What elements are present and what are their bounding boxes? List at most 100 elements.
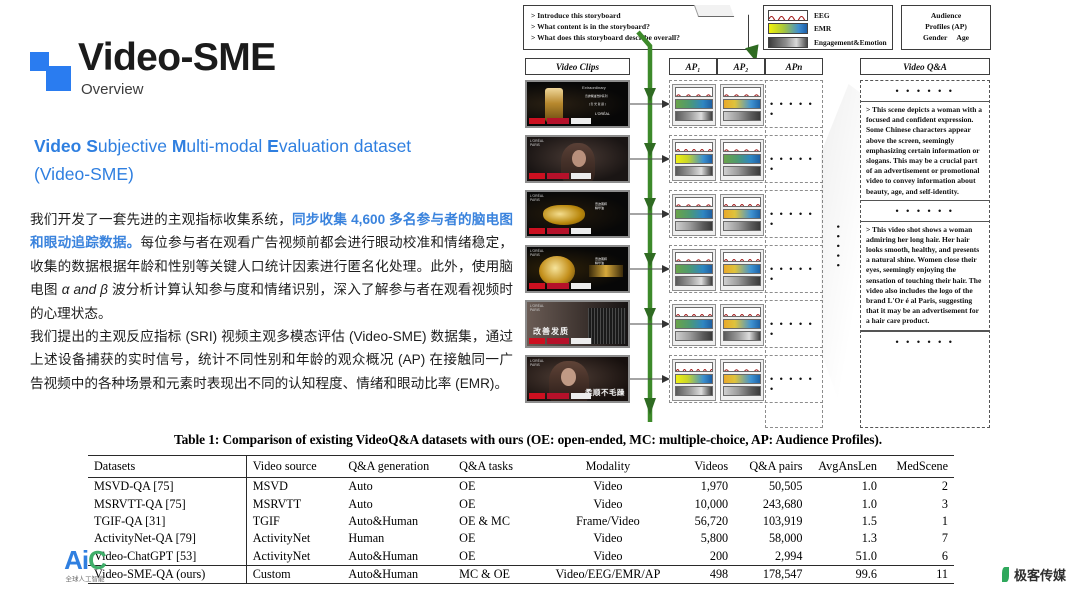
banner-seg-2 [547,173,569,179]
td-medscene: 3 [941,496,948,511]
left-content-column: Video-SME Overview Video Subjective Mult… [0,0,515,430]
headline-part: valuation dataset [278,136,412,156]
ap-box-age: Age [956,33,970,42]
clip-brand-logo: L'ORÉAL [595,112,610,116]
clip-golden-swirl [539,256,575,286]
clip-brand-logo: L'ORÉAL PARiS [530,139,545,148]
engagement-strip [723,276,761,286]
clip-cn-text: 奇迹菁粹 精华油 [595,257,608,265]
footer-right-watermark: 极客传媒 [1001,565,1066,584]
engagement-gradient-swatch-icon [768,36,808,48]
td-video-source: TGIF [245,512,343,531]
banner-seg-1 [529,393,545,399]
td-modality: Video [593,548,623,563]
table-row: MSRVTT-QA [75] MSRVTT Auto OE Video 10,000 243… [88,495,954,513]
engagement-strip [675,221,713,231]
table-row: Video-ChatGPT [53] ActivityNet Auto&Human O… [88,547,954,566]
clip-cn-text: 奇迹菁粹 精华油 [595,202,608,210]
th-avganslen: AvgAnsLen [808,455,883,478]
banner-seg-3 [571,173,591,179]
th-videos: Videos [675,455,735,478]
body-paragraph: 我们开发了一套先进的主观指标收集系统，同步收集 4,600 多名参与者的脑电图和… [30,208,513,395]
dataset-headline-line1: Video Subjective Multi-modal Evaluation … [34,132,504,160]
banner-seg-2 [547,393,569,399]
emr-strip [723,154,761,164]
clip-bottom-banner [529,173,591,179]
headline-part: Video [34,136,82,156]
footer-left-subtitle: 全球人工智能 [65,576,105,583]
footer-left-logo: AiC 全球人工智能 [42,545,128,583]
emr-strip [675,319,713,329]
column-header-apn: APn [765,58,823,75]
emr-strip [723,209,761,219]
engagement-strip [723,221,761,231]
clip-bottom-banner [529,338,591,344]
eeg-strip-icon [723,362,761,372]
table-row: ActivityNet-QA [79] ActivityNet Human OE Vid… [88,530,954,548]
table-header-row: Datasets Video source Q&A generation Q&A… [88,455,954,478]
clip-bottom-banner [529,393,591,399]
td-qa-generation: Auto [348,479,373,494]
engagement-strip [675,111,713,121]
td-qa-tasks: OE [459,479,476,494]
banner-seg-1 [529,228,545,234]
eeg-strip-icon [723,87,761,97]
ap-box-attributes: Gender Age [902,32,990,43]
td-medscene: 7 [941,531,948,546]
td-qa-tasks: OE & MC [459,513,510,528]
dataset-headline-line2: (Video-SME) [34,164,134,185]
banner-seg-3 [571,393,591,399]
banner-seg-2 [547,228,569,234]
td-avganslen: 99.6 [808,564,883,585]
clip-brand-logo: L'ORÉAL PARiS [530,304,545,313]
td-qa-pairs: 58,000 [768,531,803,546]
column-header-video-clips: Video Clips [525,58,630,75]
ap-box-line2: Profiles (AP) [925,22,967,31]
eeg-strip-icon [675,252,713,262]
emr-strip [675,209,713,219]
clip-bottom-banner [529,118,591,124]
td-qa-generation: Human [348,531,385,546]
td-dataset: TGIF-QA [31] [94,513,166,528]
leaf-icon [1001,567,1009,582]
engagement-strip [675,276,713,286]
td-avganslen: 51.0 [855,548,877,563]
column-header-ap1: AP₁ [669,58,717,75]
video-clip-thumbnail: L'ORÉAL PARiS [525,135,630,183]
eeg-strip-icon [723,142,761,152]
qa-ellipsis-bottom: • • • • • • [861,330,989,352]
td-qa-pairs: 243,680 [762,496,803,511]
body-para2: 我们提出的主观反应指标 (SRI) 视频主观多模态评估 (Video-SME) … [30,328,513,391]
ap2-signal-cell [720,139,764,181]
td-medscene: 2 [941,479,948,494]
emr-strip [723,264,761,274]
video-clip-thumbnail: L'ORÉAL PARiS 奇迹菁粹 精华油 [525,190,630,238]
column-header-video-qa: Video Q&A [860,58,990,75]
td-video-source: MSVD [245,477,343,496]
td-videos: 5,800 [700,531,729,546]
td-qa-tasks: OE [459,496,476,511]
ap2-signal-cell [720,359,764,401]
banner-seg-3 [571,338,591,344]
th-qa-pairs: Q&A pairs [734,455,809,478]
qa-ellipsis-mid: • • • • • • [861,201,989,222]
clip-cn-text: 奇迹精油洗护系列 [585,94,608,98]
video-clips-column: Extraordinary 奇迹精油洗护系列 [ 奇 光 复 颜 ] L'ORÉ… [525,80,630,410]
headline-part: S [86,136,98,156]
eeg-wave-svg [769,15,806,20]
banner-seg-2 [547,283,569,289]
ap1-signal-cell [672,139,716,181]
aic-logo-icon: AiC [64,545,107,575]
legend-row-engagement: Engagement&Emotion [768,36,888,48]
td-avganslen: 1.3 [861,531,877,546]
eeg-strip-icon [675,362,713,372]
td-medscene: 6 [941,548,948,563]
clip-golden-texture [543,205,585,225]
engagement-strip [723,386,761,396]
td-video-source: MSRVTT [245,495,343,513]
dataset-headline: Video Subjective Multi-modal Evaluation … [34,132,504,189]
legend-row-emr: EMR [768,23,888,35]
td-video-source: ActivityNet [245,530,343,548]
ap1-signal-cell [672,84,716,126]
engagement-strip [723,166,761,176]
